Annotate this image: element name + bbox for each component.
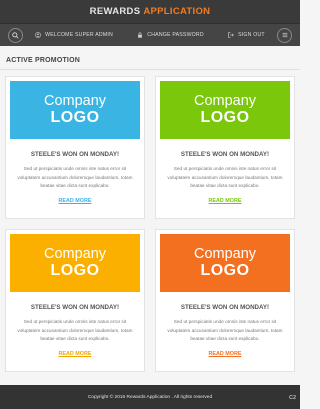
logo-line2: LOGO [200,261,250,279]
promotion-card: Company LOGO STEELE'S WON ON MONDAY! Sed… [5,229,145,372]
read-more-link[interactable]: READ MORE [156,351,294,357]
nav-welcome[interactable]: WELCOME SUPER ADMIN [35,32,113,38]
promotion-title: STEELE'S WON ON MONDAY! [180,304,270,311]
read-more-link[interactable]: READ MORE [6,198,144,204]
promotion-body: Sed ut perspiciatis unde omnis iste natu… [17,166,133,188]
promotion-card: Company LOGO STEELE'S WON ON MONDAY! Sed… [155,229,295,372]
promotion-title: STEELE'S WON ON MONDAY! [30,151,120,158]
nav-welcome-label: WELCOME SUPER ADMIN [45,32,113,38]
promotion-card: Company LOGO STEELE'S WON ON MONDAY! Sed… [155,76,295,219]
promotion-card: Company LOGO STEELE'S WON ON MONDAY! Sed… [5,76,145,219]
logo-line1: Company [193,246,257,263]
brand-rewards: REWARDS [89,6,141,17]
read-more-link[interactable]: READ MORE [6,351,144,357]
user-icon [35,32,42,38]
company-logo: Company LOGO [160,234,290,292]
copyright-text: Copyright © 2016 Rewards Application . A… [87,394,213,400]
top-navbar: WELCOME SUPER ADMIN CHANGE PASSWORD SIGN… [0,23,300,46]
section-divider [0,69,300,70]
section-title: ACTIVE PROMOTION [6,57,80,64]
promotion-body: Sed ut perspiciatis unde omnis iste natu… [167,319,283,341]
logo-line1: Company [43,93,107,110]
promotion-body: Sed ut perspiciatis unde omnis iste natu… [17,319,133,341]
company-logo: Company LOGO [160,81,290,139]
company-logo: Company LOGO [10,234,140,292]
app-brand[interactable]: REWARDS APPLICATION [90,6,211,17]
corner-badge: C2 [288,395,296,401]
nav-change-password-label: CHANGE PASSWORD [147,32,204,38]
promotion-title: STEELE'S WON ON MONDAY! [30,304,120,311]
menu-button[interactable] [277,27,292,43]
nav-sign-out[interactable]: SIGN OUT [228,32,265,38]
search-button[interactable] [8,27,23,43]
menu-icon [282,32,287,38]
logo-line1: Company [193,93,257,110]
page-footer: Copyright © 2016 Rewards Application . A… [0,385,300,409]
logo-line1: Company [43,246,107,263]
nav-sign-out-label: SIGN OUT [238,32,265,38]
promotion-title: STEELE'S WON ON MONDAY! [180,151,270,158]
logo-line2: LOGO [50,108,100,126]
search-icon [12,31,19,39]
logo-line2: LOGO [50,261,100,279]
app-header: REWARDS APPLICATION [0,0,300,23]
company-logo: Company LOGO [10,81,140,139]
brand-application: APPLICATION [143,6,211,17]
read-more-link[interactable]: READ MORE [156,198,294,204]
nav-items: WELCOME SUPER ADMIN CHANGE PASSWORD SIGN… [23,32,277,38]
nav-change-password[interactable]: CHANGE PASSWORD [137,32,204,38]
promotion-body: Sed ut perspiciatis unde omnis iste natu… [167,166,283,188]
lock-icon [138,32,143,38]
logo-line2: LOGO [200,108,250,126]
logout-icon [228,32,234,38]
